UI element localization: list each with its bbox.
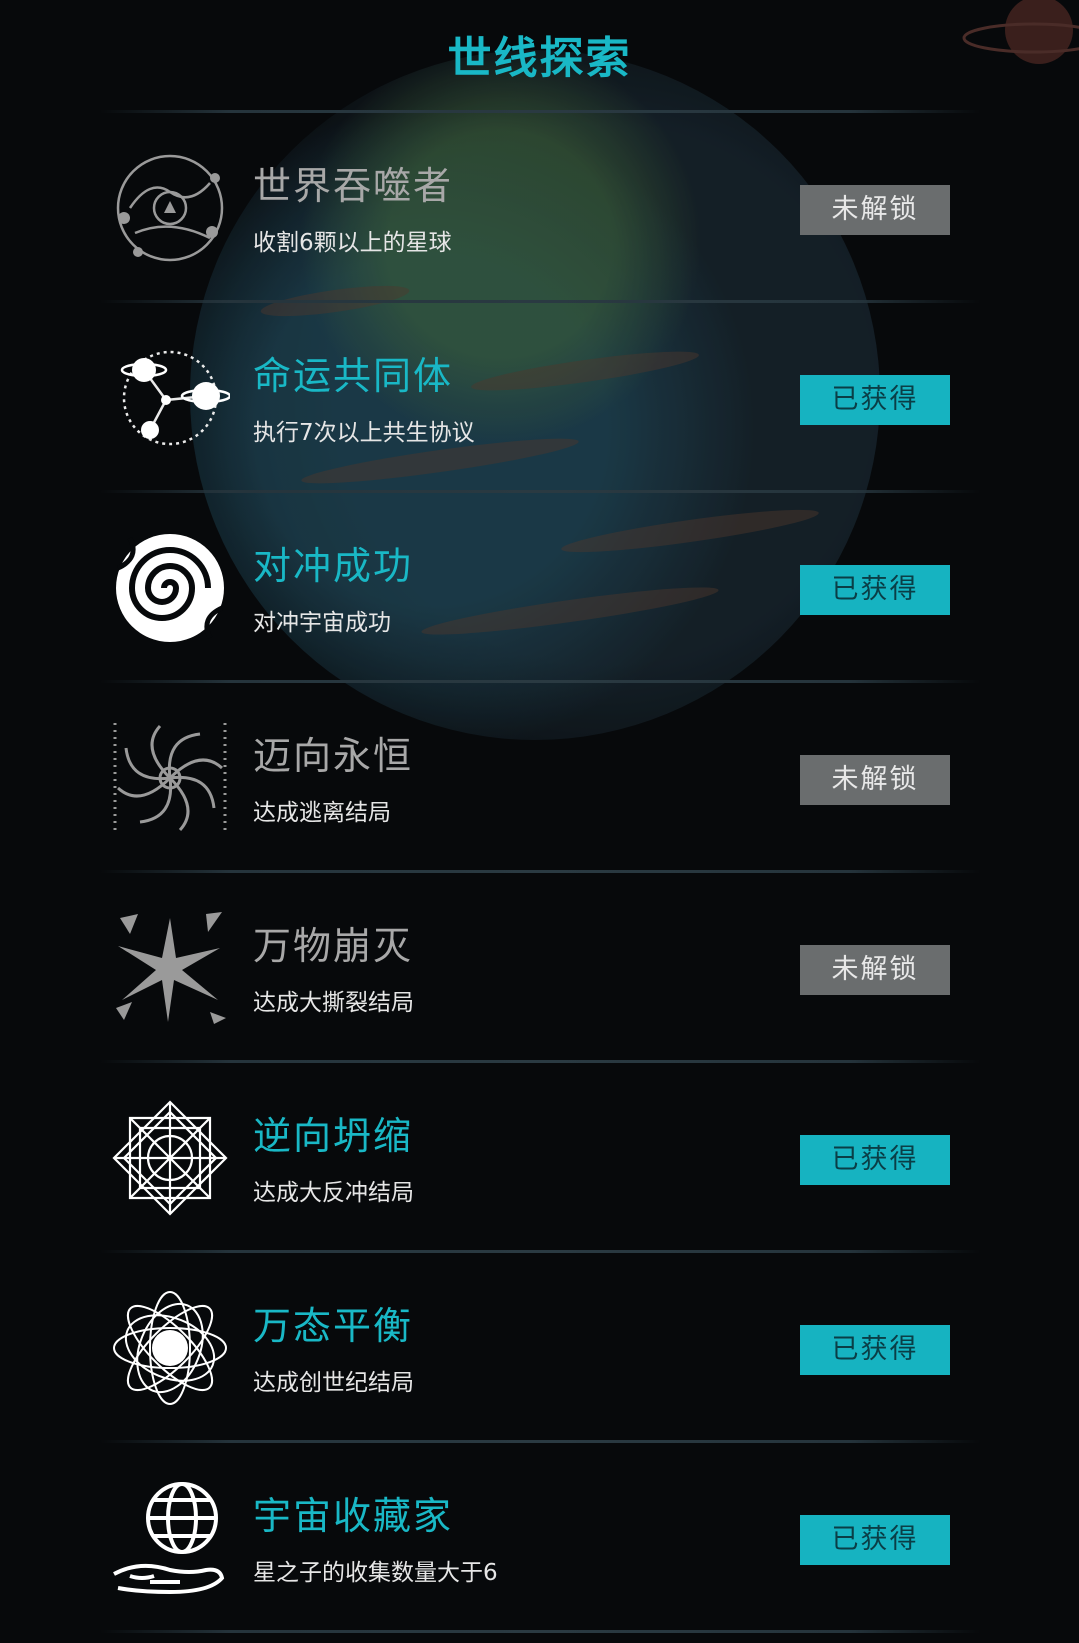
achievement-desc: 达成大撕裂结局: [253, 990, 414, 1016]
hand-globe-icon: [113, 1482, 225, 1595]
burst-icon: [116, 912, 226, 1024]
achievement-desc: 对冲宇宙成功: [253, 610, 391, 636]
status-button[interactable]: 未解锁: [800, 945, 950, 995]
achievement-row: 迈向永恒 达成逃离结局 未解锁: [100, 683, 980, 871]
achievement-row: 宇宙收藏家 星之子的收集数量大于6 已获得: [100, 1443, 980, 1631]
status-button[interactable]: 未解锁: [800, 185, 950, 235]
achievement-row: 命运共同体 执行7次以上共生协议 已获得: [100, 303, 980, 491]
atom-orbits-icon: [113, 1291, 227, 1405]
status-button[interactable]: 已获得: [800, 1325, 950, 1375]
achievement-desc: 达成大反冲结局: [253, 1180, 414, 1206]
achievement-desc: 达成创世纪结局: [253, 1370, 414, 1396]
status-button[interactable]: 未解锁: [800, 755, 950, 805]
achievement-name: 宇宙收藏家: [253, 1494, 454, 1538]
achievement-name: 万态平衡: [253, 1304, 414, 1348]
achievement-name: 世界吞噬者: [253, 164, 454, 208]
achievement-name: 逆向坍缩: [253, 1114, 414, 1158]
achievement-name: 命运共同体: [253, 354, 454, 398]
page-title: 世线探索: [447, 33, 632, 84]
achievement-row: 万物崩灭 达成大撕裂结局 未解锁: [100, 873, 980, 1061]
status-button[interactable]: 已获得: [800, 1135, 950, 1185]
achievement-desc: 收割6颗以上的星球: [253, 230, 452, 256]
galaxy-icon: [113, 723, 227, 833]
achievement-desc: 执行7次以上共生协议: [253, 420, 475, 446]
status-button[interactable]: 已获得: [800, 375, 950, 425]
achievement-row: 对冲成功 对冲宇宙成功 已获得: [100, 493, 980, 681]
linked-planets-icon: [120, 350, 230, 446]
achievement-name: 迈向永恒: [253, 734, 414, 778]
achievement-name: 万物崩灭: [253, 924, 414, 968]
status-button[interactable]: 已获得: [800, 1515, 950, 1565]
achievement-desc: 星之子的收集数量大于6: [253, 1560, 498, 1586]
achievement-row: 万态平衡 达成创世纪结局 已获得: [100, 1253, 980, 1441]
achievement-row: 逆向坍缩 达成大反冲结局 已获得: [100, 1063, 980, 1251]
spiral-icon: [116, 534, 224, 642]
status-button[interactable]: 已获得: [800, 565, 950, 615]
crystal-icon: [112, 1100, 228, 1216]
achievement-row: 世界吞噬者 收割6颗以上的星球 未解锁: [100, 113, 980, 301]
achievement-desc: 达成逃离结局: [253, 800, 391, 826]
achievement-name: 对冲成功: [253, 544, 414, 588]
planet-orbit-icon: [116, 154, 224, 262]
